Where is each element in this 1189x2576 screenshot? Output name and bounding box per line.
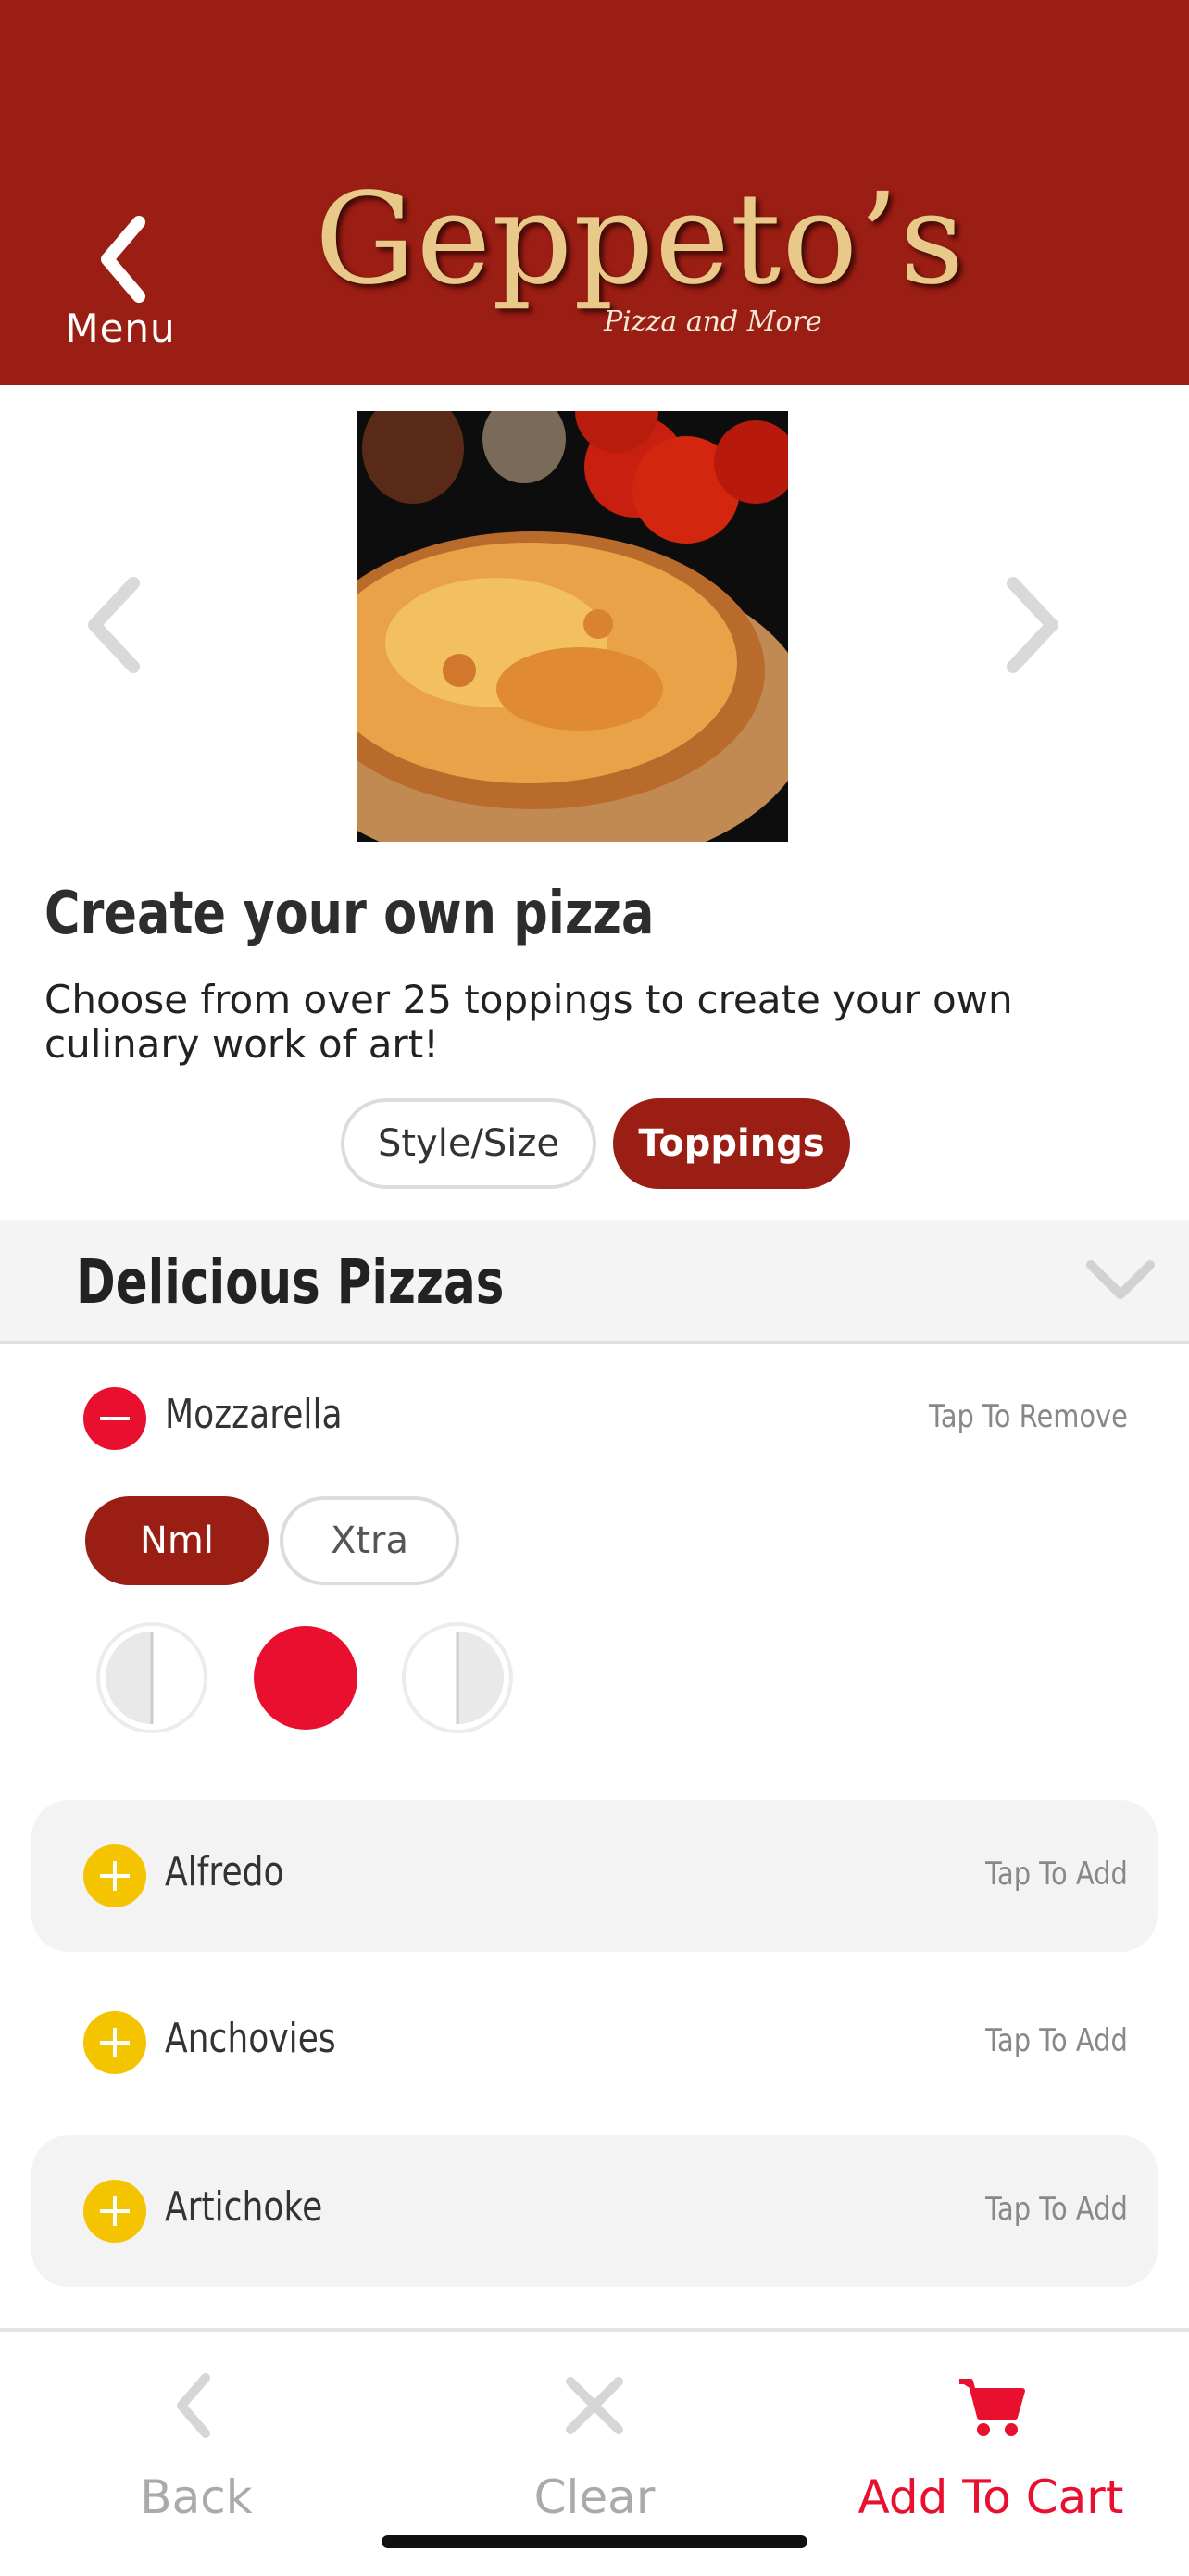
amount-extra-button[interactable]: Xtra — [280, 1496, 459, 1585]
whole-pizza-icon[interactable] — [248, 1620, 363, 1735]
product-image — [357, 411, 788, 842]
topping-action: Tap To Remove — [928, 1398, 1128, 1435]
close-icon — [566, 2377, 623, 2434]
section-title: Delicious Pizzas — [76, 1246, 505, 1318]
brand-tagline: Pizza and More — [604, 306, 822, 338]
header: Menu Geppeto’s Pizza and More — [0, 0, 1189, 385]
back-button[interactable]: Back — [20, 2359, 372, 2545]
chevron-left-icon — [177, 2373, 210, 2438]
topping-action: Tap To Add — [985, 1856, 1128, 1893]
next-image-button[interactable] — [1000, 574, 1065, 676]
back-label: Back — [140, 2470, 253, 2524]
cart-icon — [959, 2379, 1025, 2436]
home-indicator — [382, 2535, 807, 2548]
menu-back-label: Menu — [65, 306, 176, 351]
remove-icon[interactable] — [83, 1387, 146, 1450]
left-half-icon[interactable] — [94, 1620, 209, 1735]
topping-name: Anchovies — [165, 2015, 336, 2062]
topping-action: Tap To Add — [985, 2191, 1128, 2228]
menu-back-button[interactable]: Menu — [37, 194, 204, 361]
topping-row-alfredo[interactable]: Alfredo Tap To Add — [31, 1800, 1158, 1952]
tab-toppings[interactable]: Toppings — [613, 1098, 850, 1189]
add-icon[interactable] — [83, 2180, 146, 2243]
product-title: Create your own pizza — [44, 880, 655, 948]
tab-style-size[interactable]: Style/Size — [341, 1098, 596, 1189]
add-icon[interactable] — [83, 1844, 146, 1907]
add-to-cart-button[interactable]: Add To Cart — [815, 2359, 1167, 2545]
topping-name: Artichoke — [165, 2183, 323, 2231]
previous-image-button[interactable] — [81, 574, 146, 676]
topping-name: Mozzarella — [165, 1391, 343, 1438]
add-icon[interactable] — [83, 2011, 146, 2074]
chevron-down-icon — [1086, 1260, 1155, 1299]
clear-label: Clear — [533, 2470, 656, 2524]
chevron-left-icon — [101, 216, 145, 303]
topping-row-artichoke[interactable]: Artichoke Tap To Add — [31, 2135, 1158, 2287]
section-header[interactable]: Delicious Pizzas — [0, 1220, 1189, 1344]
topping-action: Tap To Add — [985, 2022, 1128, 2059]
brand-logo: Geppeto’s Pizza and More — [315, 167, 964, 352]
topping-name: Alfredo — [165, 1848, 284, 1895]
add-to-cart-label: Add To Cart — [857, 2470, 1124, 2524]
topping-row-mozzarella[interactable]: Mozzarella Tap To Remove — [31, 1343, 1158, 1494]
right-half-icon[interactable] — [400, 1620, 515, 1735]
amount-normal-button[interactable]: Nml — [85, 1496, 269, 1585]
clear-button[interactable]: Clear — [419, 2359, 770, 2545]
brand-name: Geppeto’s — [315, 167, 966, 313]
topping-row-anchovies[interactable]: Anchovies Tap To Add — [31, 1967, 1158, 2119]
product-description: Choose from over 25 toppings to create y… — [44, 977, 1013, 1067]
